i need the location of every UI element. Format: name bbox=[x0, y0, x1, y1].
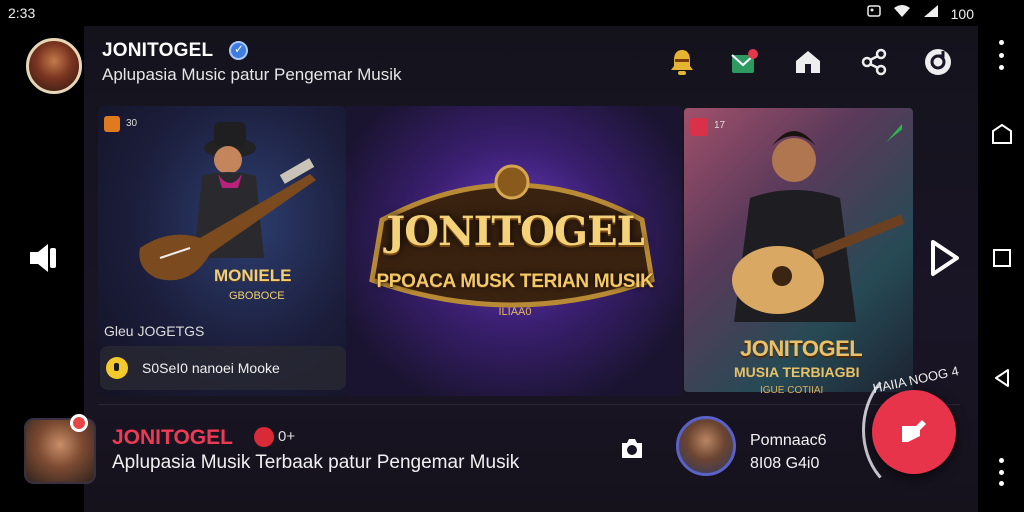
bell-icon[interactable] bbox=[664, 44, 700, 80]
left-card-sublabel: GBOBOCE bbox=[229, 290, 285, 302]
wifi-icon bbox=[893, 4, 911, 23]
battery-level: 100 bbox=[950, 5, 974, 22]
notification-dot bbox=[70, 414, 88, 432]
bottom-extra-label: 0+ bbox=[278, 428, 296, 445]
verified-badge-icon bbox=[229, 41, 248, 60]
section-divider bbox=[98, 404, 960, 405]
profile-avatar[interactable] bbox=[26, 38, 82, 94]
acoustic-guitarist-illustration bbox=[732, 131, 905, 322]
speaker-icon[interactable] bbox=[26, 240, 60, 276]
right-card-badge-text: 17 bbox=[714, 120, 726, 131]
signal-icon bbox=[923, 4, 939, 23]
fab-button[interactable] bbox=[872, 390, 956, 474]
home-icon[interactable] bbox=[790, 44, 826, 80]
right-card-subtitle: MUSIA TERBIAGBI bbox=[734, 364, 860, 380]
listener-name: Pomnaac6 bbox=[750, 432, 827, 449]
left-card-badge-text: 30 bbox=[126, 118, 138, 129]
bottom-channel-title: JONITOGEL bbox=[112, 426, 233, 449]
listener-count: 8I08 G4i0 bbox=[750, 455, 820, 472]
banner-logo-tagline: PPOACA MUSK TERIAN MUSIK bbox=[376, 271, 654, 292]
back-nav-icon[interactable] bbox=[990, 366, 1014, 390]
right-card-badge-icon bbox=[690, 118, 708, 136]
chat-bubble-icon bbox=[106, 357, 128, 379]
right-card-small-text: IGUE COTIIAI bbox=[760, 385, 824, 396]
banner-logo-small: ILIAA0 bbox=[498, 306, 532, 318]
listener-avatar[interactable] bbox=[676, 416, 736, 476]
channel-title: JONITOGEL bbox=[102, 40, 214, 61]
bottom-channel-subtitle: Aplupasia Musik Terbaak patur Pengemar M… bbox=[112, 452, 520, 473]
info-pill-text: S0SeI0 nanoei Mooke bbox=[142, 360, 280, 376]
left-card-label: MONIELE bbox=[214, 266, 292, 285]
status-time: 2:33 bbox=[8, 5, 36, 21]
status-bar: 2:33 100 bbox=[0, 0, 1024, 26]
square-nav-icon[interactable] bbox=[990, 246, 1014, 270]
image-icon bbox=[866, 4, 881, 23]
right-card-title: JONITOGEL bbox=[740, 336, 863, 361]
genre-label: Gleu JOGETGS bbox=[104, 323, 205, 339]
banner-logo-title: JONITOGEL bbox=[386, 208, 644, 255]
mail-icon[interactable] bbox=[726, 44, 762, 80]
nav-overflow-icon[interactable] bbox=[996, 458, 1006, 486]
home-outline-nav-icon[interactable] bbox=[990, 122, 1014, 146]
overflow-menu-icon[interactable] bbox=[994, 40, 1008, 70]
refresh-icon[interactable] bbox=[920, 44, 956, 80]
status-icons: 100 bbox=[866, 4, 974, 23]
bottom-verified-icon bbox=[254, 427, 274, 447]
camera-icon[interactable] bbox=[618, 436, 646, 462]
fab-icon bbox=[902, 420, 926, 442]
share-icon[interactable] bbox=[856, 44, 892, 80]
next-arrow-icon[interactable] bbox=[928, 238, 962, 278]
channel-subtitle: Aplupasia Music patur Pengemar Musik bbox=[102, 65, 402, 84]
left-card-badge-icon bbox=[104, 116, 120, 132]
